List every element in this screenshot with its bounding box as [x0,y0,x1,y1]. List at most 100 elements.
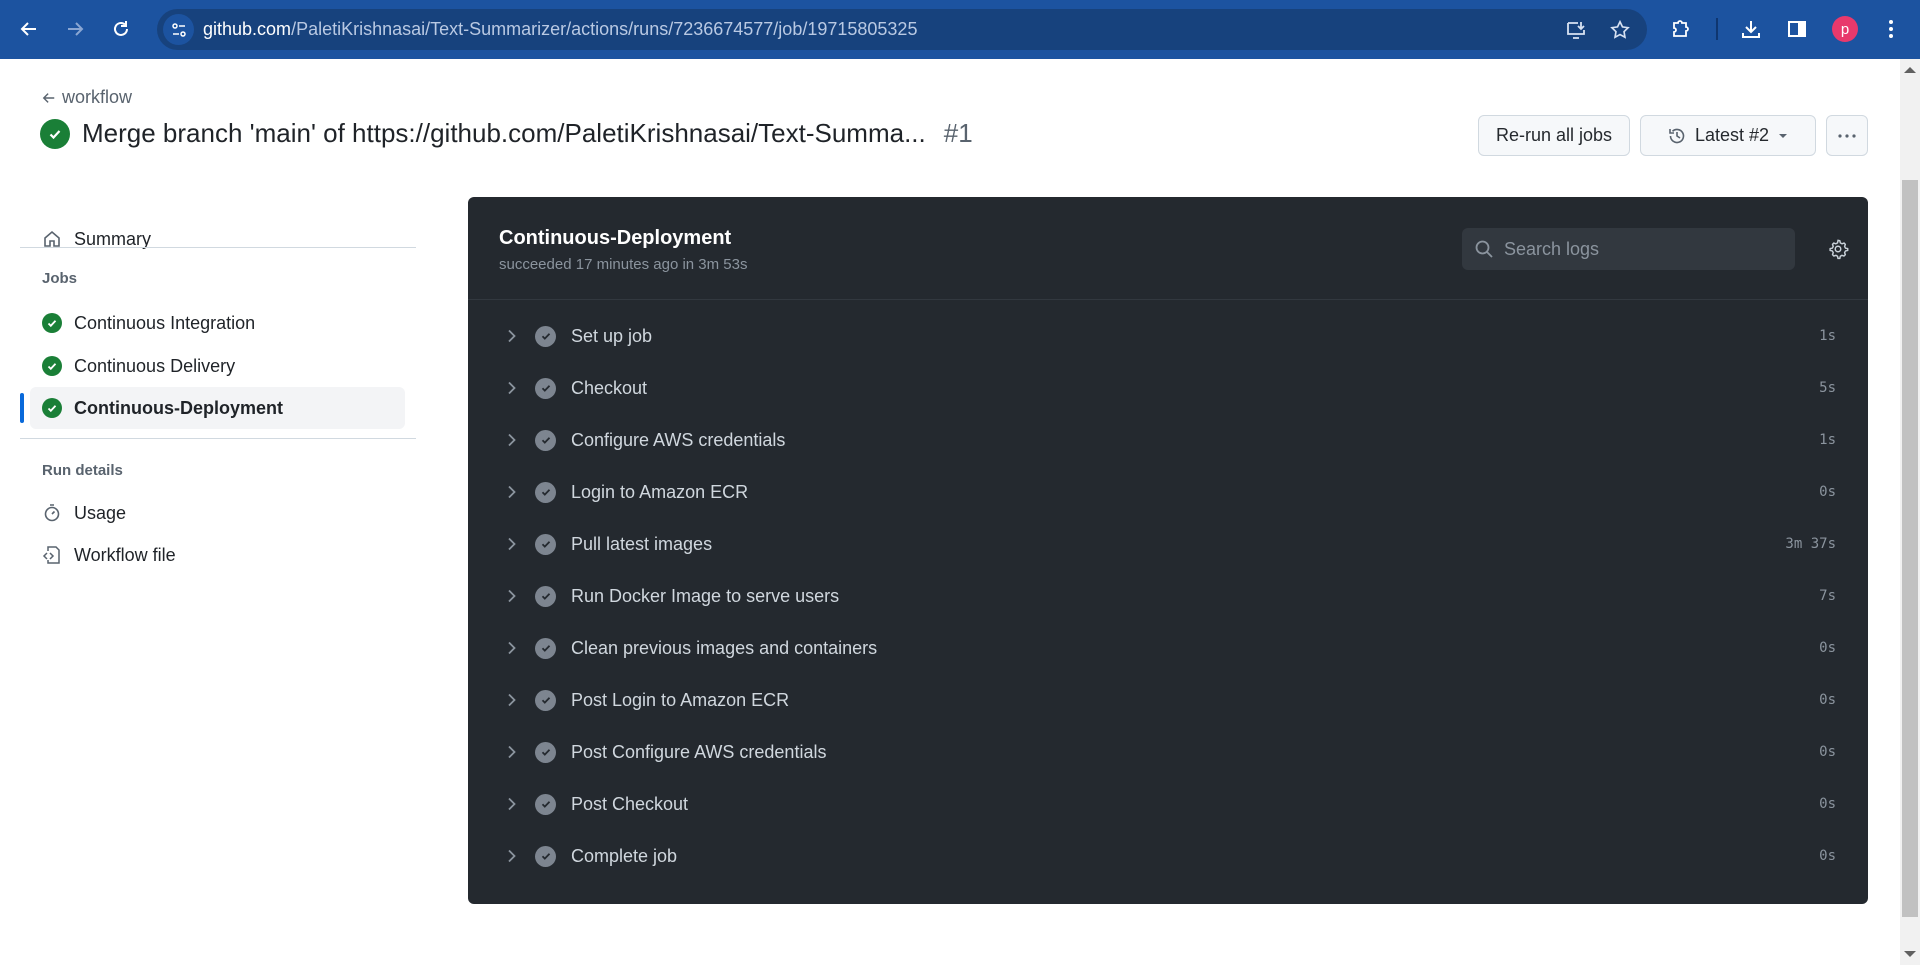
step-name: Clean previous images and containers [571,637,878,658]
chevron-right-icon[interactable] [504,484,520,500]
scroll-up-arrow-icon[interactable] [1904,67,1916,73]
url-text[interactable]: github.com/PaletiKrishnasai/Text-Summari… [203,19,917,40]
puzzle-icon [1673,20,1689,37]
scroll-thumb[interactable] [1902,180,1918,917]
run-number: #1 [943,118,973,148]
arrow-right-icon [68,22,84,36]
search-logs-field[interactable] [1462,228,1795,270]
sidebar-job-continuous-integration[interactable]: Continuous Integration [30,302,405,344]
step-name: Set up job [571,325,653,346]
stopwatch-icon [42,503,62,523]
sidebar-job-continuous-delivery[interactable]: Continuous Delivery [30,345,405,387]
chevron-right-icon[interactable] [504,796,520,812]
step-duration: 0s [1819,848,1836,864]
check-circle-icon [535,377,556,399]
usage-label: Usage [74,502,127,523]
job-step-row[interactable]: Configure AWS credentials 1s [468,414,1868,466]
chevron-right-icon[interactable] [504,380,520,396]
profile-avatar[interactable]: p [1832,16,1858,42]
step-name: Login to Amazon ECR [571,481,749,502]
chevron-right-icon[interactable] [504,640,520,656]
check-circle-icon [535,637,556,659]
install-app-button[interactable] [1563,17,1589,43]
chevron-right-icon[interactable] [504,328,520,344]
back-to-workflow-link[interactable]: workflow [42,87,132,108]
forward-button[interactable] [60,14,90,44]
scroll-down-arrow-icon[interactable] [1904,951,1916,957]
star-icon [1610,19,1630,39]
job-step-row[interactable]: Complete job 0s [468,830,1868,882]
chevron-right-icon[interactable] [504,588,520,604]
job-step-row[interactable]: Post Login to Amazon ECR 0s [468,674,1868,726]
run-details-heading: Run details [42,462,123,479]
side-panel-button[interactable] [1782,14,1812,44]
log-settings-button[interactable] [1826,237,1850,261]
side-panel-icon [1788,21,1806,37]
attempt-label: Latest #2 [1694,125,1770,145]
check-circle-icon [535,845,556,867]
sidebar-item-workflow-file[interactable]: Workflow file [30,534,405,576]
file-code-icon [42,545,62,565]
check-circle-icon [535,429,556,451]
search-logs-input[interactable] [1504,238,1784,260]
page-title: Merge branch 'main' of https://github.co… [40,118,973,149]
sidebar-item-usage[interactable]: Usage [30,492,405,534]
job-step-row[interactable]: Pull latest images 3m 37s [468,518,1868,570]
job-label: Continuous Integration [74,312,256,333]
kebab-horizontal-icon [1838,133,1856,138]
check-circle-icon [535,481,556,503]
kebab-menu-icon [1889,20,1893,38]
sidebar-item-summary[interactable]: Summary [30,218,405,260]
step-name: Post Configure AWS credentials [571,741,827,762]
check-circle-icon [42,398,62,418]
history-icon [1669,128,1685,143]
job-label: Continuous Delivery [74,355,236,376]
arrow-left-icon [42,92,55,103]
chevron-right-icon[interactable] [504,432,520,448]
step-duration: 5s [1819,380,1836,396]
toolbar-separator [1716,18,1718,40]
check-circle-icon [535,689,556,711]
check-circle-icon [40,118,70,149]
sidebar-job-continuous-deployment[interactable]: Continuous-Deployment [30,387,405,429]
run-title: Merge branch 'main' of https://github.co… [82,118,926,148]
browser-menu-button[interactable] [1876,14,1906,44]
more-options-button[interactable] [1826,115,1868,156]
attempt-select-button[interactable]: Latest #2 [1640,115,1816,156]
rerun-label: Re-run all jobs [1495,125,1613,145]
job-step-row[interactable]: Post Checkout 0s [468,778,1868,830]
job-step-row[interactable]: Run Docker Image to serve users 7s [468,570,1868,622]
chevron-right-icon[interactable] [504,536,520,552]
job-step-row[interactable]: Post Configure AWS credentials 0s [468,726,1868,778]
step-duration: 1s [1819,432,1836,448]
job-header: Continuous-Deployment succeeded 17 minut… [468,197,1868,300]
step-duration: 0s [1819,692,1836,708]
address-bar[interactable]: github.com/PaletiKrishnasai/Text-Summari… [157,9,1647,50]
job-step-row[interactable]: Checkout 5s [468,362,1868,414]
job-name: Continuous-Deployment [499,227,732,249]
step-duration: 1s [1819,328,1836,344]
extensions-button[interactable] [1666,14,1696,44]
chevron-right-icon[interactable] [504,848,520,864]
gear-icon [1829,239,1849,260]
page-scrollbar[interactable] [1900,59,1920,965]
site-info-button[interactable] [163,14,194,45]
bookmark-button[interactable] [1607,17,1633,43]
step-duration: 7s [1819,588,1836,604]
check-circle-icon [535,741,556,763]
chevron-right-icon[interactable] [504,744,520,760]
job-step-row[interactable]: Login to Amazon ECR 0s [468,466,1868,518]
job-step-row[interactable]: Set up job 1s [468,310,1868,362]
downloads-button[interactable] [1736,14,1766,44]
download-icon [1742,21,1760,38]
job-step-row[interactable]: Clean previous images and containers 0s [468,622,1868,674]
back-button[interactable] [14,14,44,44]
url-path: /PaletiKrishnasai/Text-Summarizer/action… [291,19,918,39]
job-log-panel: Continuous-Deployment succeeded 17 minut… [468,197,1868,904]
reload-button[interactable] [106,14,136,44]
chevron-right-icon[interactable] [504,692,520,708]
rerun-all-jobs-button[interactable]: Re-run all jobs [1478,115,1630,156]
check-circle-icon [535,325,556,347]
step-name: Post Login to Amazon ECR [571,689,790,710]
search-icon [1475,240,1493,258]
